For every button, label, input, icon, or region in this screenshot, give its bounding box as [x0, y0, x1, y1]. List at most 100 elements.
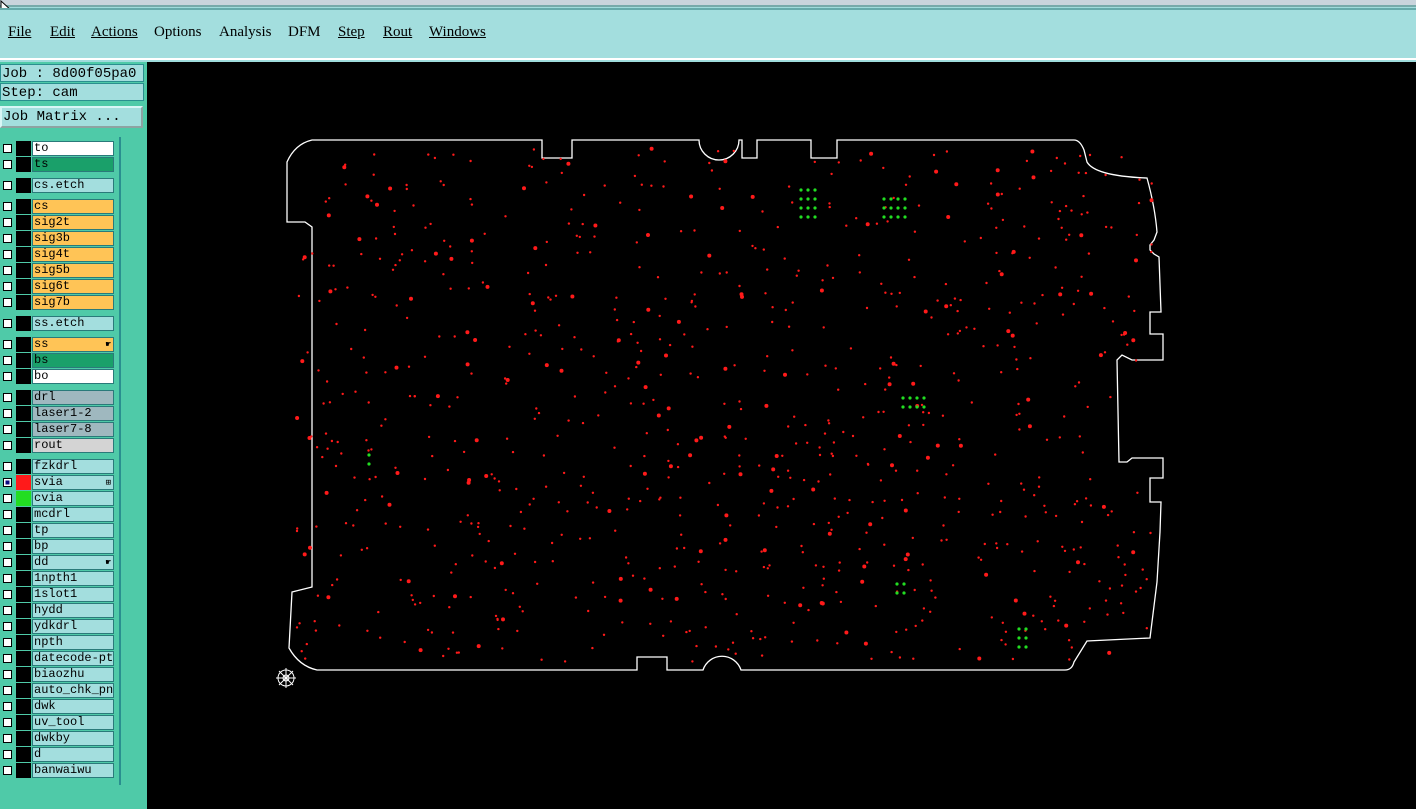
layer-row-bp[interactable]: bp [0, 539, 118, 554]
layer-checkbox[interactable] [3, 606, 12, 615]
layer-color-swatch[interactable] [16, 683, 31, 698]
layer-checkbox[interactable] [3, 670, 12, 679]
layer-name[interactable]: dwk [32, 699, 114, 714]
layer-checkbox[interactable] [3, 590, 12, 599]
layer-color-swatch[interactable] [16, 587, 31, 602]
layer-color-swatch[interactable] [16, 438, 31, 453]
layer-checkbox[interactable] [3, 558, 12, 567]
layer-row-ss[interactable]: ss ☛ [0, 337, 118, 352]
layer-name[interactable]: to [32, 141, 114, 156]
layer-name[interactable]: sig7b [32, 295, 114, 310]
layer-checkbox[interactable] [3, 409, 12, 418]
job-matrix-button[interactable]: Job Matrix ... [0, 106, 143, 128]
layer-checkbox[interactable] [3, 356, 12, 365]
layer-checkbox[interactable] [3, 441, 12, 450]
layer-color-swatch[interactable] [16, 715, 31, 730]
layer-name[interactable]: dd ☛ [32, 555, 114, 570]
layer-color-swatch[interactable] [16, 475, 31, 490]
layer-row-bo[interactable]: bo [0, 369, 118, 384]
layer-name[interactable]: laser1-2 [32, 406, 114, 421]
layer-color-swatch[interactable] [16, 491, 31, 506]
layer-row-laser7-8[interactable]: laser7-8 [0, 422, 118, 437]
layer-checkbox[interactable] [3, 622, 12, 631]
layer-row-to[interactable]: to [0, 141, 118, 156]
layer-row-bs[interactable]: bs [0, 353, 118, 368]
layer-row-auto_chk_pnl[interactable]: auto_chk_pnl [0, 683, 118, 698]
layer-row-datecode-pth[interactable]: datecode-pth [0, 651, 118, 666]
layer-name[interactable]: ydkdrl [32, 619, 114, 634]
layer-color-swatch[interactable] [16, 369, 31, 384]
layer-color-swatch[interactable] [16, 539, 31, 554]
layer-checkbox[interactable] [3, 718, 12, 727]
layer-checkbox[interactable] [3, 282, 12, 291]
menu-analysis[interactable]: Analysis [219, 24, 272, 41]
layer-row-tp[interactable]: tp [0, 523, 118, 538]
layer-name[interactable]: mcdrl [32, 507, 114, 522]
layer-name[interactable]: fzkdrl [32, 459, 114, 474]
layer-color-swatch[interactable] [16, 699, 31, 714]
menu-dfm[interactable]: DFM [288, 24, 321, 41]
layer-name[interactable]: cvia [32, 491, 114, 506]
layer-color-swatch[interactable] [16, 667, 31, 682]
layer-checkbox[interactable] [3, 250, 12, 259]
layer-checkbox[interactable] [3, 181, 12, 190]
menu-actions[interactable]: Actions [91, 24, 138, 41]
layer-checkbox[interactable] [3, 144, 12, 153]
layer-row-dd[interactable]: dd ☛ [0, 555, 118, 570]
layer-name[interactable]: cs.etch [32, 178, 114, 193]
layer-name[interactable]: tp [32, 523, 114, 538]
layer-name[interactable]: hydd [32, 603, 114, 618]
layer-row-laser1-2[interactable]: laser1-2 [0, 406, 118, 421]
layer-name[interactable]: bo [32, 369, 114, 384]
layer-name[interactable]: sig6t [32, 279, 114, 294]
layer-color-swatch[interactable] [16, 651, 31, 666]
layer-checkbox[interactable] [3, 494, 12, 503]
layer-checkbox[interactable] [3, 340, 12, 349]
layer-color-swatch[interactable] [16, 459, 31, 474]
layer-color-swatch[interactable] [16, 635, 31, 650]
layer-name[interactable]: 1slot1 [32, 587, 114, 602]
layer-checkbox[interactable] [3, 425, 12, 434]
layer-checkbox[interactable] [3, 298, 12, 307]
layer-checkbox[interactable] [3, 462, 12, 471]
layer-row-sig5b[interactable]: sig5b [0, 263, 118, 278]
layer-row-sig7b[interactable]: sig7b [0, 295, 118, 310]
layer-checkbox[interactable] [3, 234, 12, 243]
layer-name[interactable]: biaozhu [32, 667, 114, 682]
layer-checkbox[interactable] [3, 266, 12, 275]
menu-file[interactable]: File [8, 24, 31, 41]
menu-edit[interactable]: Edit [50, 24, 75, 41]
layer-row-d[interactable]: d [0, 747, 118, 762]
menu-options[interactable]: Options [154, 24, 202, 41]
layer-name[interactable]: laser7-8 [32, 422, 114, 437]
layer-row-ydkdrl[interactable]: ydkdrl [0, 619, 118, 634]
layer-checkbox[interactable] [3, 702, 12, 711]
layer-color-swatch[interactable] [16, 747, 31, 762]
layer-name[interactable]: dwkby [32, 731, 114, 746]
layer-name[interactable]: rout [32, 438, 114, 453]
layer-row-drl[interactable]: drl [0, 390, 118, 405]
layer-row-ss.etch[interactable]: ss.etch [0, 316, 118, 331]
layer-row-sig3b[interactable]: sig3b [0, 231, 118, 246]
layer-row-1npth1[interactable]: 1npth1 [0, 571, 118, 586]
layer-name[interactable]: sig5b [32, 263, 114, 278]
layer-row-biaozhu[interactable]: biaozhu [0, 667, 118, 682]
layer-color-swatch[interactable] [16, 731, 31, 746]
layer-row-svia[interactable]: svia ⊞ [0, 475, 118, 490]
layer-color-swatch[interactable] [16, 215, 31, 230]
layer-checkbox[interactable] [3, 372, 12, 381]
layer-checkbox[interactable] [3, 542, 12, 551]
layer-name[interactable]: svia ⊞ [32, 475, 114, 490]
layer-checkbox[interactable] [3, 654, 12, 663]
layer-row-cs.etch[interactable]: cs.etch [0, 178, 118, 193]
layer-checkbox[interactable] [3, 160, 12, 169]
layer-color-swatch[interactable] [16, 763, 31, 778]
layer-color-swatch[interactable] [16, 523, 31, 538]
layer-row-sig4t[interactable]: sig4t [0, 247, 118, 262]
layer-color-swatch[interactable] [16, 422, 31, 437]
layer-name[interactable]: auto_chk_pnl [32, 683, 114, 698]
layer-color-swatch[interactable] [16, 141, 31, 156]
layer-color-swatch[interactable] [16, 353, 31, 368]
layer-checkbox[interactable] [3, 686, 12, 695]
menu-windows[interactable]: Windows [429, 24, 486, 41]
